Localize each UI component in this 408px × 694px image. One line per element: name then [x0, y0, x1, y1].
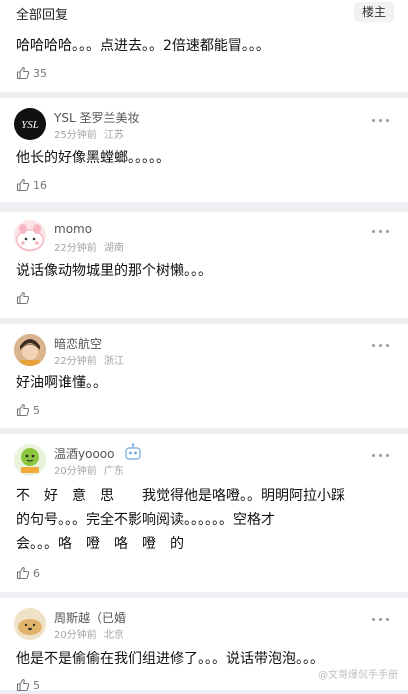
op-only-button[interactable]: 楼主: [354, 2, 394, 22]
comment-card: YSL YSL 圣罗兰美妆 25分钟前 江苏 他长的好像黑螳螂。。。。。 16: [0, 98, 408, 202]
more-options-icon[interactable]: [372, 454, 390, 458]
watermark: @文哥爆侃手手册: [318, 670, 398, 681]
comment-time: 25分钟前 江苏: [54, 126, 124, 141]
thumbs-up-icon: [16, 291, 30, 305]
time-text: 25分钟前: [54, 130, 97, 141]
all-replies-title: 全部回复: [16, 8, 69, 23]
username[interactable]: YSL 圣罗兰美妆: [54, 109, 139, 126]
like-count: 5: [33, 404, 40, 417]
comment-time: 20分钟前 北京: [54, 626, 124, 641]
like-count: 16: [33, 179, 47, 192]
location-text: 广东: [103, 466, 124, 477]
replies-header: 全部回复 楼主: [0, 0, 408, 26]
location-text: 江苏: [103, 130, 124, 141]
comment-time: 22分钟前 浙江: [54, 352, 124, 367]
child-photo-avatar[interactable]: [14, 334, 46, 366]
username[interactable]: 暗恋航空: [54, 335, 102, 352]
ysl-logo-avatar[interactable]: YSL: [14, 108, 46, 140]
username[interactable]: momo: [54, 222, 92, 236]
thumbs-up-icon: [16, 403, 30, 417]
robot-badge-icon: [125, 443, 141, 460]
more-options-icon[interactable]: [372, 230, 390, 234]
location-text: 浙江: [103, 356, 124, 367]
more-options-icon[interactable]: [372, 119, 390, 123]
like-count: 35: [33, 67, 47, 80]
thumbs-up-icon: [16, 66, 30, 80]
comment-text: 不 好 意 思 我觉得他是咯噔。。明明阿拉小踩 的句号。。。完全不影响阅读。。。…: [16, 488, 345, 552]
location-text: 湖南: [103, 243, 124, 254]
comment-text: 说话像动物城里的那个树懒。。。: [16, 263, 212, 279]
green-cartoon-icon: [21, 448, 39, 473]
ysl-logo-icon: YSL: [21, 119, 39, 131]
like-count: 5: [33, 679, 40, 692]
comment-text: 哈哈哈哈。。。点进去。。2倍速都能冒。。。: [16, 38, 270, 54]
bread-dog-icon: [14, 608, 46, 640]
time-text: 22分钟前: [54, 356, 97, 367]
thumbs-up-icon: [16, 566, 30, 580]
comment-card: momo 22分钟前 湖南 说话像动物城里的那个树懒。。。: [0, 212, 408, 318]
time-text: 20分钟前: [54, 630, 97, 641]
time-text: 22分钟前: [54, 243, 97, 254]
comment-time: 22分钟前 湖南: [54, 239, 124, 254]
svg-text:YSL: YSL: [21, 119, 39, 131]
child-photo-icon: [14, 334, 46, 366]
bread-dog-avatar[interactable]: [14, 608, 46, 640]
thumbs-up-icon: [16, 178, 30, 192]
time-text: 20分钟前: [54, 466, 97, 477]
pink-cartoon-avatar[interactable]: [14, 220, 46, 252]
more-options-icon[interactable]: [372, 344, 390, 348]
more-options-icon[interactable]: [372, 618, 390, 622]
username[interactable]: 周斯越（已婚: [54, 609, 126, 626]
green-cartoon-avatar[interactable]: [14, 444, 46, 476]
comment-card: 温酒yoooo 20分钟前 广东 不 好 意 思 我觉得他是咯噔。。明明阿拉小踩…: [0, 434, 408, 592]
comment-time: 20分钟前 广东: [54, 462, 124, 477]
username[interactable]: 温酒yoooo: [54, 445, 114, 462]
pink-cartoon-icon: [16, 224, 44, 251]
location-text: 北京: [103, 630, 124, 641]
comment-text: 他长的好像黑螳螂。。。。。: [16, 150, 170, 166]
comment-card: 哈哈哈哈。。。点进去。。2倍速都能冒。。。 35: [0, 26, 408, 92]
like-count: 6: [33, 567, 40, 580]
comment-text: 好油啊谁懂。。: [16, 375, 107, 391]
comment-card: 暗恋航空 22分钟前 浙江 好油啊谁懂。。 5: [0, 324, 408, 428]
